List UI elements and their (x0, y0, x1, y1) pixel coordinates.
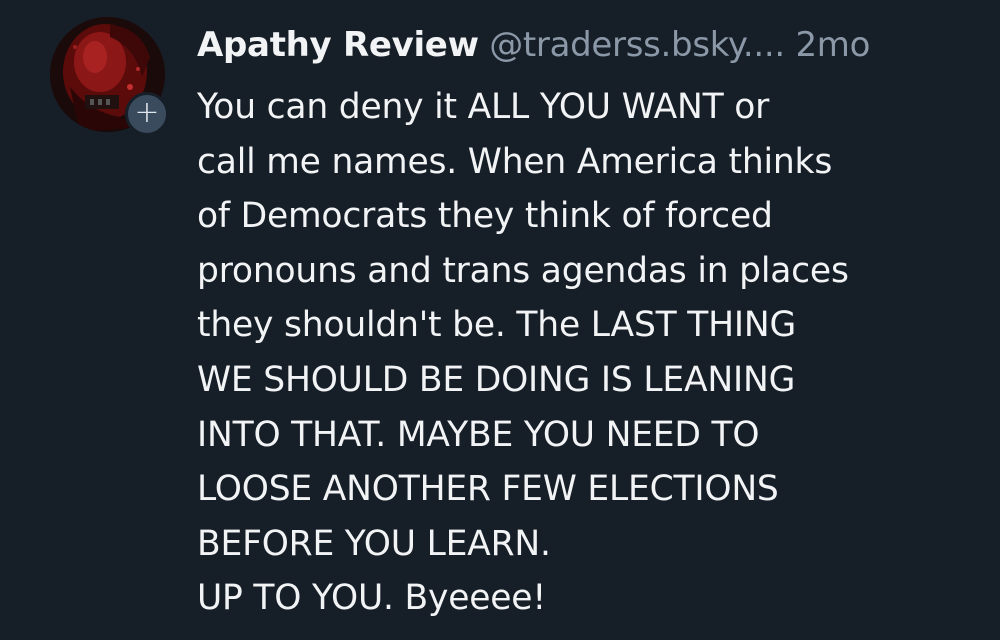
post-text-line: WE SHOULD BE DOING IS LEANING (197, 359, 796, 400)
display-name[interactable]: Apathy Review (197, 25, 479, 65)
post-body: You can deny it ALL YOU WANT or call me … (197, 80, 987, 626)
post-text-line: You can deny it ALL YOU WANT or (197, 87, 770, 127)
post-text-line: BEFORE YOU LEARN. (197, 523, 551, 564)
post-text-line: they shouldn't be. The LAST THING (197, 305, 797, 346)
post-text-line: pronouns and trans agendas in places (197, 250, 849, 291)
post-timestamp[interactable]: 2mo (795, 25, 870, 65)
post-header: Apathy Review @traderss.bsky.... 2mo (197, 22, 870, 68)
post-text-line: INTO THAT. MAYBE YOU NEED TO (197, 414, 760, 455)
post-text-line: call me names. When America thinks (197, 141, 833, 182)
follow-button[interactable]: + (125, 92, 169, 136)
avatar-container[interactable]: + (50, 17, 169, 136)
plus-icon: + (134, 95, 160, 130)
post: + Apathy Review @traderss.bsky.... 2mo Y… (0, 0, 1000, 640)
post-text-line: LOOSE ANOTHER FEW ELECTIONS (197, 469, 779, 510)
post-text-line: UP TO YOU. Byeeee! (197, 578, 546, 619)
user-handle[interactable]: @traderss.bsky.... (489, 25, 785, 65)
post-text-line: of Democrats they think of forced (197, 196, 773, 237)
